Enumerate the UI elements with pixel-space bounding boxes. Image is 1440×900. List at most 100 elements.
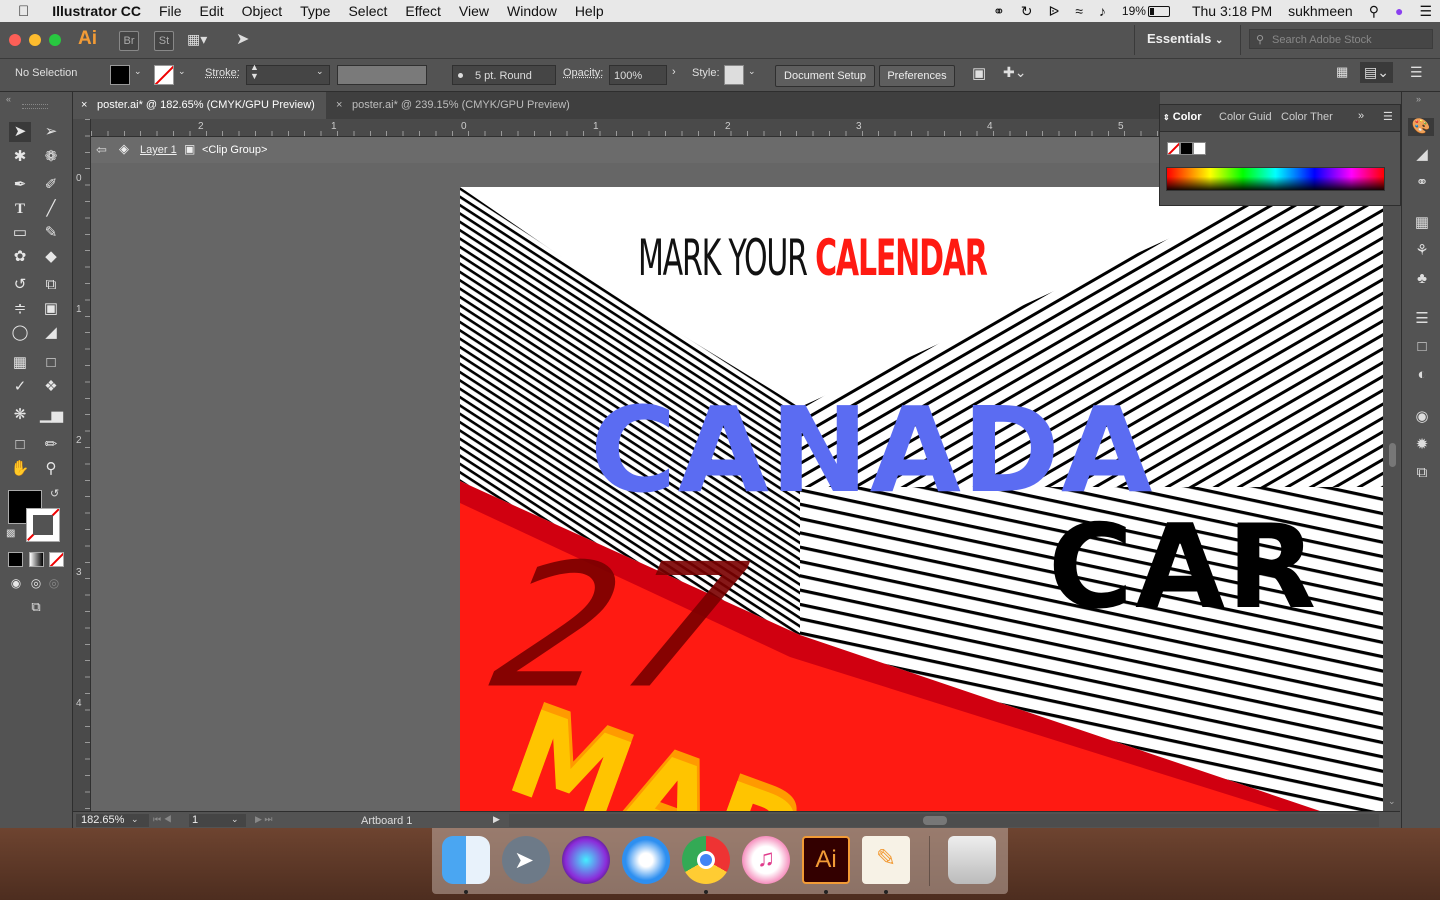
eyedropper-tool-icon[interactable]: ✓ [9,377,31,397]
slice-tool-icon[interactable]: ✏ [40,435,62,455]
shaper-tool-icon[interactable]: ✿ [9,247,31,267]
menu-help[interactable]: Help [566,3,613,19]
battery-icon[interactable] [1147,5,1170,17]
stock-button[interactable]: St [154,31,174,51]
rotate-tool-icon[interactable]: ↺ [9,275,31,295]
white-swatch[interactable] [1193,142,1206,155]
perspective-grid-tool-icon[interactable]: ◢ [40,323,62,343]
opacity-field[interactable]: 100% [609,65,667,85]
rectangle-tool-icon[interactable]: ▭ [9,223,31,243]
graphic-style-swatch[interactable] [724,65,744,85]
menu-file[interactable]: File [150,3,191,19]
curvature-tool-icon[interactable]: ✐ [40,175,62,195]
blend-tool-icon[interactable]: ❖ [40,377,62,397]
menu-select[interactable]: Select [339,3,396,19]
dock-siri-icon[interactable] [562,836,610,884]
chevron-down-icon[interactable]: ⌄ [748,66,756,77]
document-setup-button[interactable]: Document Setup [775,65,875,87]
swatches-icon[interactable]: ▦ [1412,214,1432,232]
app-menu[interactable]: Illustrator CC [43,3,150,19]
tab-color[interactable]: ⇕ Color [1163,111,1202,123]
color-panel-icon[interactable]: 🎨 [1408,118,1434,136]
dock-pages-icon[interactable]: ✎ [862,836,910,884]
chevron-down-icon[interactable]: ⌄ [316,66,324,77]
color-themes-icon[interactable]: ⚭ [1412,174,1432,192]
menu-edit[interactable]: Edit [191,3,233,19]
arrange-icon[interactable]: ▦ [1336,64,1348,80]
gradient-mode-icon[interactable] [29,552,44,567]
first-artboard-icon[interactable]: ⏮ ◀ [153,814,172,825]
panel-menu-icon[interactable]: ☰ [1410,64,1423,81]
siri-icon[interactable]: ● [1387,3,1411,19]
select-similar-icon[interactable]: ▣ [972,64,986,82]
dock-finder-icon[interactable] [442,836,490,884]
none-swatch[interactable] [1167,142,1180,155]
horizontal-scrollbar[interactable] [509,814,1379,827]
stroke-swatch[interactable] [154,65,174,85]
user-name[interactable]: sukhmeen [1280,3,1361,19]
chevron-down-icon[interactable]: ⌄ [134,66,142,77]
scale-tool-icon[interactable]: ⧉ [40,275,62,295]
artboard-tool-icon[interactable]: □ [9,435,31,455]
magic-wand-tool-icon[interactable]: ✱ [9,147,31,167]
chevron-down-icon[interactable]: ⌄ [178,66,186,77]
back-arrow-icon[interactable]: ⇦ [96,142,107,158]
dock-illustrator-icon[interactable]: Ai [802,836,850,884]
stroke-color-swatch[interactable] [26,508,60,542]
battery-percent[interactable]: 19% [1114,4,1148,18]
stroke-stepper-icon[interactable]: ▲ ▼ [250,63,259,81]
black-swatch[interactable] [1180,142,1193,155]
appearance-panel-icon[interactable]: ◉ [1412,408,1432,426]
collapse-panel-icon[interactable]: » [1416,94,1421,104]
tab-poster-239[interactable]: × poster.ai* @ 239.15% (CMYK/GPU Preview… [328,92,583,119]
status-menu-icon[interactable]: ▶ [493,814,500,825]
minimize-window-button[interactable] [29,34,41,46]
none-mode-icon[interactable] [49,552,64,567]
dock-launchpad-icon[interactable]: ➤ [502,836,550,884]
volume-icon[interactable]: ♪ [1091,3,1114,19]
dock-itunes-icon[interactable]: ♫ [742,836,790,884]
zoom-window-button[interactable] [49,34,61,46]
close-icon[interactable]: × [81,92,87,119]
dock-safari-icon[interactable] [622,836,670,884]
workspace-switcher[interactable]: Essentials ⌄ [1147,31,1223,46]
time-machine-icon[interactable]: ↻ [1013,3,1041,20]
opacity-label[interactable]: Opacity: [563,67,603,79]
stroke-panel-icon[interactable]: ☰ [1412,310,1432,328]
mesh-tool-icon[interactable]: ▦ [9,353,31,373]
color-spectrum[interactable] [1166,167,1385,191]
menu-effect[interactable]: Effect [396,3,450,19]
symbols-icon[interactable]: ♣ [1412,270,1432,288]
stroke-label[interactable]: Stroke: [205,67,240,79]
canvas[interactable]: MARK YOUR CALENDAR CANADA CAR 27 MARC [91,163,1383,811]
swap-colors-icon[interactable]: ↺ [50,487,59,500]
apple-menu-icon[interactable]:  [0,3,43,20]
creative-cloud-icon[interactable]: ⚭ [985,3,1013,20]
pen-tool-icon[interactable]: ✒ [9,175,31,195]
menu-window[interactable]: Window [498,3,566,19]
collapse-panel-icon[interactable]: « [6,94,11,104]
spotlight-icon[interactable]: ⚲ [1361,3,1387,20]
screen-mode-icon[interactable]: ⧉ [25,597,47,617]
color-mode-icon[interactable] [8,552,23,567]
scroll-thumb[interactable] [1389,443,1396,467]
symbol-sprayer-tool-icon[interactable]: ❋ [9,405,31,425]
line-tool-icon[interactable]: ╱ [40,199,62,219]
gpu-performance-icon[interactable]: ➤ [236,29,249,49]
menu-type[interactable]: Type [291,3,339,19]
wifi-icon[interactable]: ≈ [1067,3,1091,19]
horizontal-ruler[interactable]: 2 1 0 1 2 3 4 5 [91,119,1160,137]
brush-definition[interactable]: 5 pt. Round [452,65,556,85]
chevron-down-icon[interactable]: ⌄ [231,814,239,825]
menu-object[interactable]: Object [233,3,291,19]
hand-tool-icon[interactable]: ✋ [9,459,31,479]
clip-group-breadcrumb[interactable]: <Clip Group> [202,144,267,156]
tab-color-themes[interactable]: Color Ther [1281,111,1337,123]
type-tool-icon[interactable]: T [9,199,31,219]
close-window-button[interactable] [9,34,21,46]
width-tool-icon[interactable]: ≑ [9,299,31,319]
vertical-ruler[interactable]: 0 1 2 3 4 [73,119,91,811]
stock-search-input[interactable]: Search Adobe Stock [1249,29,1433,49]
transform-icon[interactable]: ✚⌄ [1003,64,1026,81]
draw-inside-icon[interactable]: ◎ [43,573,65,593]
